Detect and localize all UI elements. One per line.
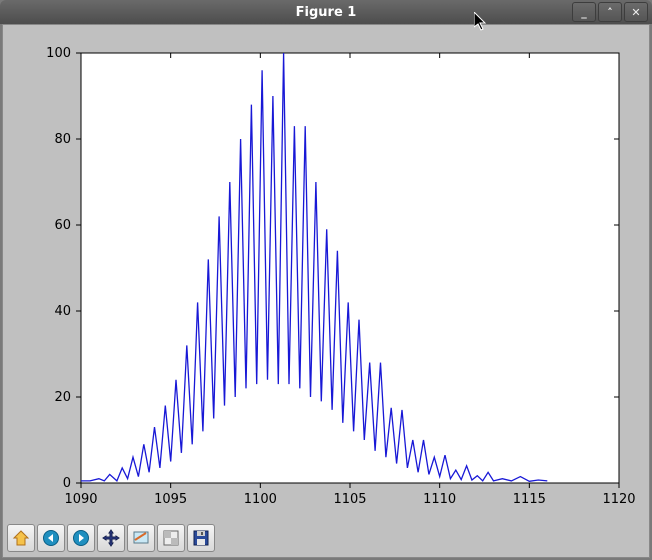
window-controls: _ ˄ ✕ [572,2,648,22]
xtick-label: 1100 [244,492,277,507]
xtick-label: 1115 [513,492,546,507]
ytick-label: 60 [54,218,71,233]
pan-button[interactable] [97,524,125,552]
minimize-button[interactable]: _ [572,2,596,22]
forward-button[interactable] [67,524,95,552]
subplots-button[interactable] [157,524,185,552]
xtick-label: 1105 [333,492,366,507]
close-button[interactable]: ✕ [624,2,648,22]
client-area: 0 20 40 60 80 100 1090 1095 1100 1105 1110 1115 1120 [2,24,650,558]
maximize-button[interactable]: ˄ [598,2,622,22]
plot-svg: 0 20 40 60 80 100 1090 1095 1100 1105 1110 1115 1120 [13,35,639,519]
ytick-label: 40 [54,304,71,319]
zoom-button[interactable] [127,524,155,552]
home-button[interactable] [7,524,35,552]
figure-window: Figure 1 _ ˄ ✕ 0 20 40 60 80 100 1090 1095 1100 1… [0,0,652,560]
ytick-label: 0 [63,476,71,491]
ytick-label: 80 [54,132,71,147]
maximize-icon: ˄ [607,6,613,19]
back-button[interactable] [37,524,65,552]
save-button[interactable] [187,524,215,552]
window-title: Figure 1 [0,5,652,20]
nav-toolbar [7,523,215,553]
figure-canvas[interactable]: 0 20 40 60 80 100 1090 1095 1100 1105 1110 1115 1120 [13,35,639,519]
xtick-label: 1095 [154,492,187,507]
zoom-icon [132,529,150,547]
title-bar[interactable]: Figure 1 _ ˄ ✕ [0,0,652,24]
ytick-label: 20 [54,390,71,405]
xtick-label: 1120 [602,492,635,507]
subplots-icon [162,529,180,547]
arrow-left-icon [42,529,60,547]
move-icon [102,529,120,547]
xtick-label: 1090 [64,492,97,507]
axes-frame [81,53,619,483]
xtick-label: 1110 [423,492,456,507]
arrow-right-icon [72,529,90,547]
home-icon [12,529,30,547]
close-icon: ✕ [631,6,640,19]
minimize-icon: _ [581,6,587,19]
save-icon [192,529,210,547]
ytick-label: 100 [46,46,71,61]
